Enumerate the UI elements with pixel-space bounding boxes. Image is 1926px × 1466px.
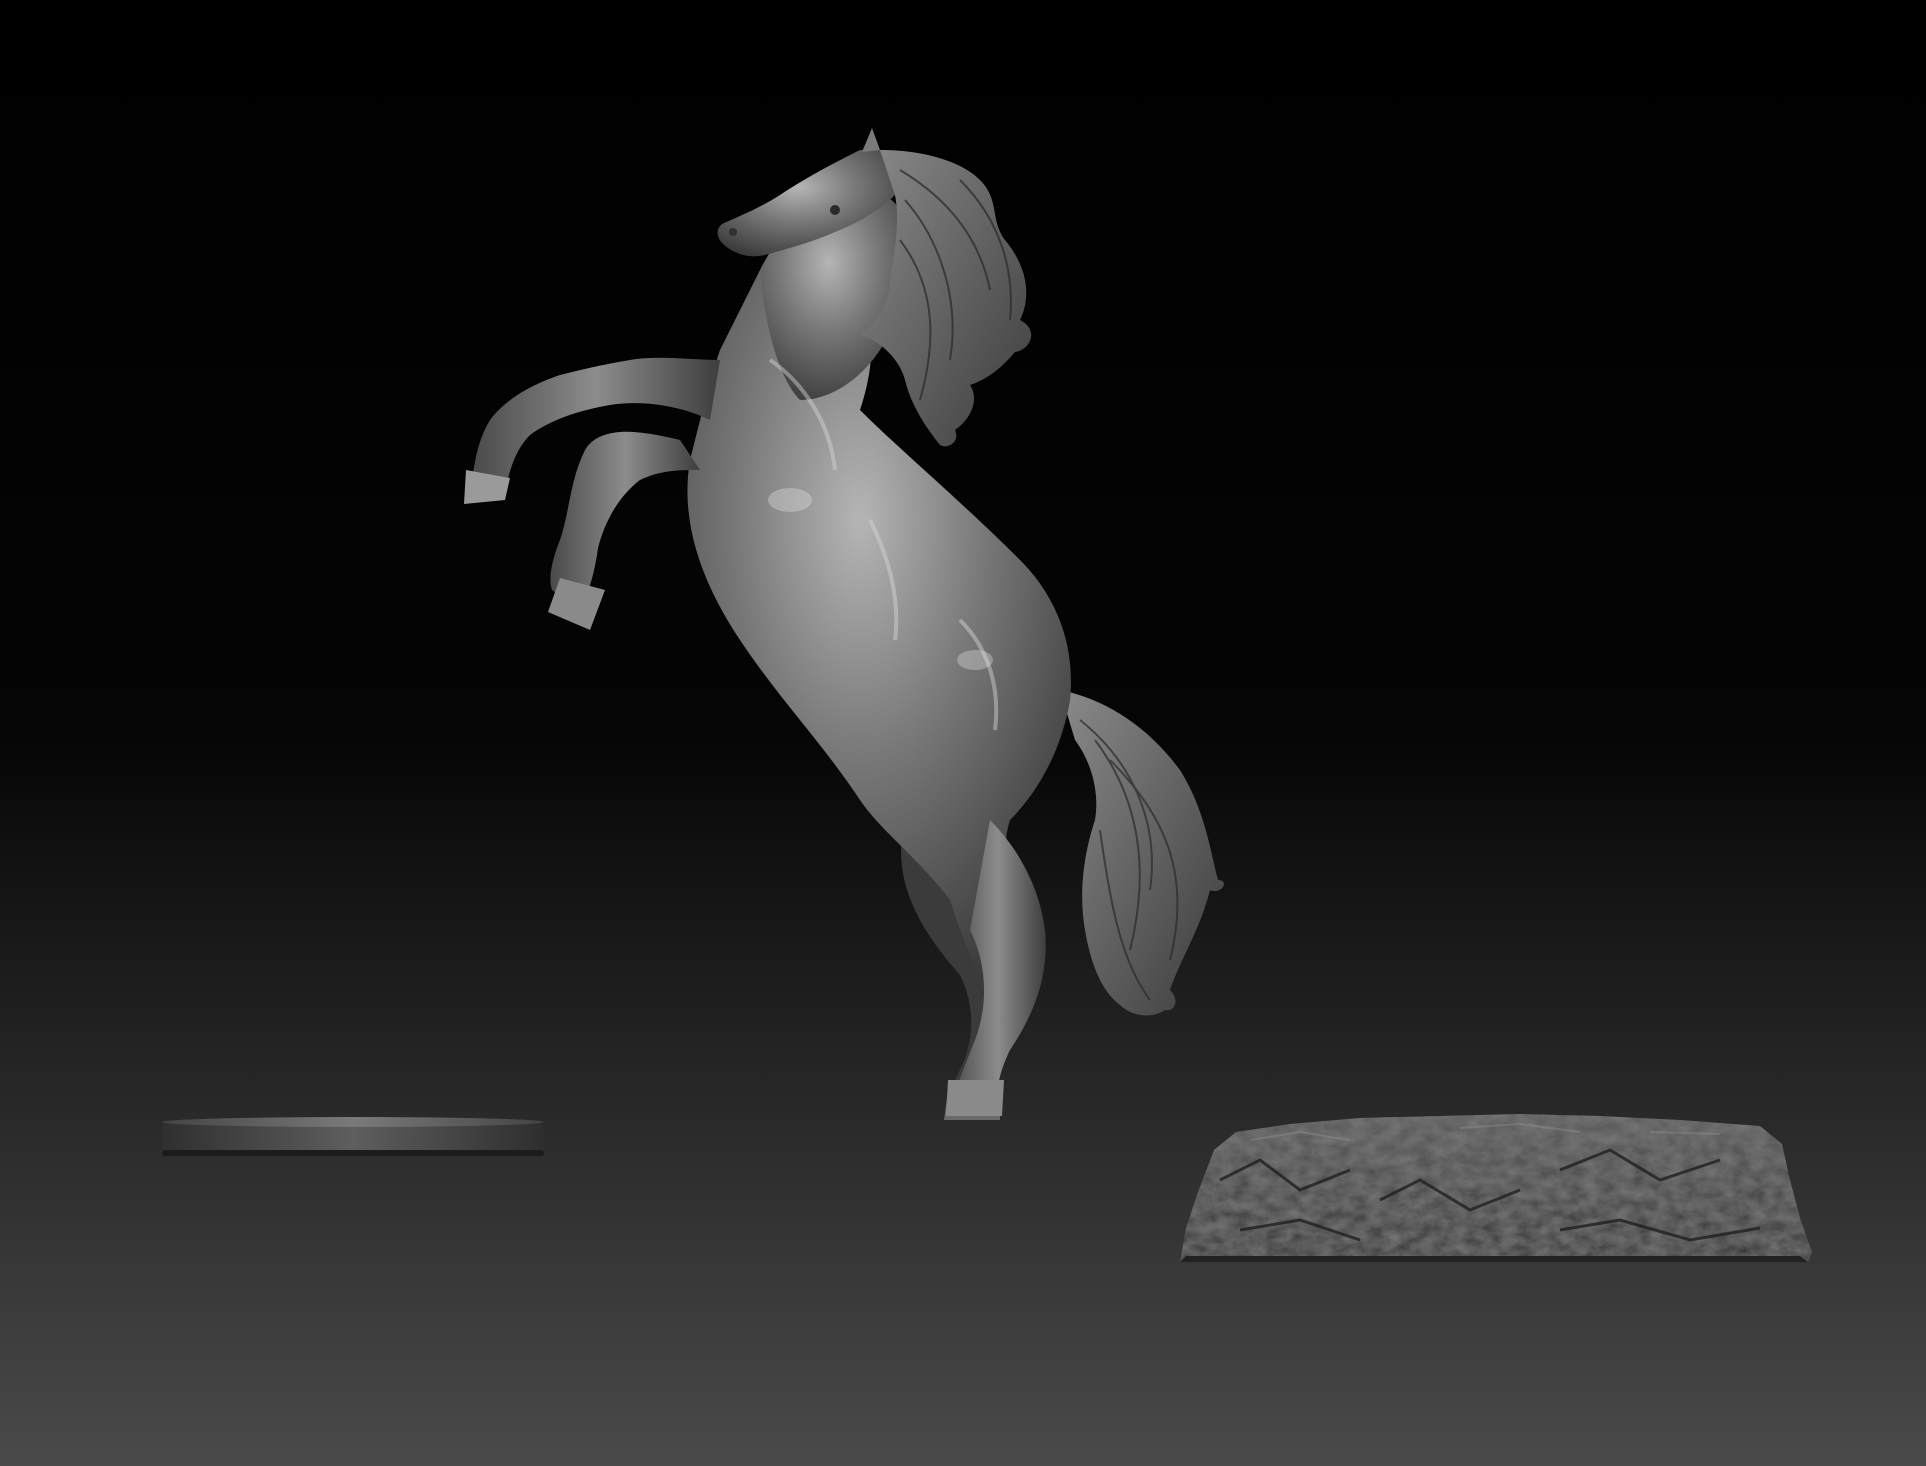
flat-disc-base[interactable] — [162, 1117, 544, 1156]
rock-base[interactable] — [1180, 1114, 1812, 1262]
horse-nostril — [729, 228, 737, 236]
scene-render — [0, 0, 1926, 1466]
near-hind-hoof — [946, 1080, 1004, 1116]
horse-eye — [830, 205, 840, 215]
viewport-canvas[interactable] — [0, 0, 1926, 1466]
